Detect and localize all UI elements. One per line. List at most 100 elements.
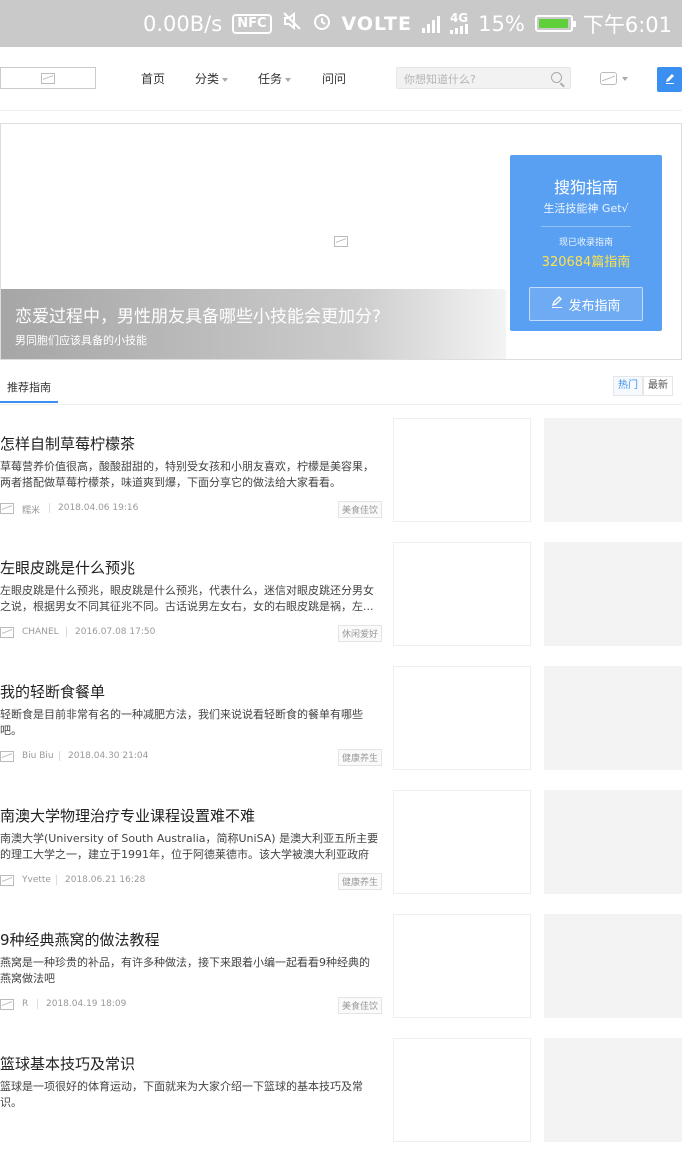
article-desc: 左眼皮跳是什么预兆，眼皮跳是什么预兆，代表什么，迷信对眼皮跳还分男女之说，根据男… [0,584,374,613]
article-date: 2018.04.06 19:16 [58,503,139,513]
article-thumbnail[interactable] [393,914,531,1018]
divider [59,751,60,761]
featured-banner[interactable]: 恋爱过程中，男性朋友具备哪些小技能会更加分? 男同胞们应该具备的小技能 搜狗指南… [0,123,682,360]
signal-icon [421,15,440,33]
chevron-down-icon [285,77,292,82]
chevron-down-icon [622,76,628,81]
article-desc: 燕窝是一种珍贵的补品，有许多种做法，接下来跟着小编一起看看9种经典的燕窝做法吧 [0,956,370,985]
article-thumbnail[interactable] [393,418,531,522]
article-title[interactable]: 我的轻断食餐单 [0,681,105,702]
alarm-icon [312,11,332,36]
author-avatar-icon [0,999,14,1010]
article-date: 2018.06.21 16:28 [65,875,146,885]
article-desc: 草莓营养价值很高，酸酸甜甜的，特别受女孩和小朋友喜欢，柠檬是美容果，两者搭配做草… [0,460,374,489]
category-tag[interactable]: 美食佳饮 [337,997,382,1014]
volte-indicator: VOLTE [341,12,412,35]
tab-recommend[interactable]: 推荐指南 [0,372,58,403]
pencil-icon [664,72,676,88]
article-thumbnail[interactable] [544,790,682,894]
list-item[interactable]: 篮球基本技巧及常识 篮球是一项很好的体育运动，下面就来为大家介绍一下篮球的基本技… [0,1038,682,1157]
article-thumbnail[interactable] [544,1038,682,1142]
nfc-icon: NFC [232,13,272,34]
divider [37,999,38,1009]
list-item[interactable]: 9种经典燕窝的做法教程 燕窝是一种珍贵的补品，有许多种做法，接下来跟着小编一起看… [0,914,682,1033]
network-speed: 0.00B/s [143,11,223,36]
article-title[interactable]: 南澳大学物理治疗专业课程设置难不难 [0,805,255,826]
promo-slogan: 生活技能神 Get√ [543,202,629,215]
publish-guide-button[interactable]: 发布指南 [529,287,643,321]
pencil-icon [551,296,563,312]
divider [66,627,67,637]
banner-title[interactable]: 恋爱过程中，男性朋友具备哪些小技能会更加分? [15,302,381,327]
guide-tabs: 推荐指南 热门 最新 [0,372,682,405]
list-item[interactable]: 左眼皮跳是什么预兆 左眼皮跳是什么预兆，眼皮跳是什么预兆，代表什么，迷信对眼皮跳… [0,542,682,661]
nav-category-label: 分类 [195,72,220,86]
author-avatar-icon [0,503,14,514]
nav-ask[interactable]: 问问 [322,70,346,87]
promo-count: 320684篇指南 [541,255,631,270]
article-title[interactable]: 左眼皮跳是什么预兆 [0,557,135,578]
user-menu[interactable] [600,72,628,85]
promo-card: 搜狗指南 生活技能神 Get√ 现已收录指南 320684篇指南 发布指南 [510,155,662,331]
article-title[interactable]: 9种经典燕窝的做法教程 [0,929,160,950]
site-logo[interactable] [0,67,96,89]
list-item[interactable]: 南澳大学物理治疗专业课程设置难不难 南澳大学(University of Sou… [0,790,682,909]
article-meta: Biu Biu 2018.04.30 21:04 健康养生 [0,749,382,766]
article-thumbnail[interactable] [544,418,682,522]
article-thumbnail[interactable] [393,790,531,894]
list-item[interactable]: 怎样自制草莓柠檬茶 草莓营养价值很高，酸酸甜甜的，特别受女孩和小朋友喜欢，柠檬是… [0,418,682,537]
article-author[interactable]: Biu Biu [22,751,54,761]
battery-icon [534,15,576,32]
search-icon[interactable] [551,72,562,83]
image-placeholder-icon [334,236,348,247]
article-title[interactable]: 怎样自制草莓柠檬茶 [0,433,135,454]
clock: 下午6:01 [582,12,672,37]
author-avatar-icon [0,627,14,638]
write-button[interactable] [657,67,682,92]
category-tag[interactable]: 美食佳饮 [337,501,382,518]
sort-toggle: 热门 最新 [613,376,673,396]
image-placeholder-icon [41,72,55,84]
promo-title: 搜狗指南 [553,178,618,197]
search-box [396,67,571,91]
search-input[interactable] [397,68,546,91]
article-thumbnail[interactable] [393,1038,531,1142]
article-author[interactable]: R [22,999,28,1009]
network-type-icon: 4G [450,12,468,34]
article-thumbnail[interactable] [393,542,531,646]
status-bar: 0.00B/s NFC VOLTE 4G 15% 下午6:01 [0,0,682,47]
banner-subtitle: 男同胞们应该具备的小技能 [15,334,147,347]
author-avatar-icon [0,751,14,762]
article-thumbnail[interactable] [544,666,682,770]
article-author[interactable]: CHANEL [22,627,59,637]
article-thumbnail[interactable] [544,542,682,646]
article-title[interactable]: 篮球基本技巧及常识 [0,1053,135,1074]
nav-tasks[interactable]: 任务 [258,70,292,87]
article-date: 2016.07.08 17:50 [75,627,156,637]
category-tag[interactable]: 健康养生 [337,749,382,766]
article-meta: CHANEL 2016.07.08 17:50 休闲爱好 [0,625,382,642]
category-tag[interactable]: 健康养生 [337,873,382,890]
article-date: 2018.04.19 18:09 [46,999,127,1009]
article-author[interactable]: 糯米 [22,503,40,516]
divider [541,226,631,227]
list-item[interactable]: 我的轻断食餐单 轻断食是目前非常有名的一种减肥方法，我们来说说看轻断食的餐单有哪… [0,666,682,785]
avatar [600,72,617,85]
article-thumbnail[interactable] [544,914,682,1018]
chevron-down-icon [222,77,229,82]
nav-home[interactable]: 首页 [141,70,165,87]
divider [56,875,57,885]
category-tag[interactable]: 休闲爱好 [337,625,382,642]
article-thumbnail[interactable] [393,666,531,770]
nav-category[interactable]: 分类 [195,70,229,87]
author-avatar-icon [0,875,14,886]
battery-percent: 15% [478,11,525,36]
sort-hot[interactable]: 热门 [613,376,643,396]
article-author[interactable]: Yvette [22,875,51,885]
article-desc: 南澳大学(University of South Australia，简称Uni… [0,832,379,861]
article-meta: R 2018.04.19 18:09 美食佳饮 [0,997,382,1014]
article-date: 2018.04.30 21:04 [68,751,149,761]
sort-new[interactable]: 最新 [643,376,673,396]
article-meta: 糯米 2018.04.06 19:16 美食佳饮 [0,501,382,518]
nav-tasks-label: 任务 [258,72,283,86]
